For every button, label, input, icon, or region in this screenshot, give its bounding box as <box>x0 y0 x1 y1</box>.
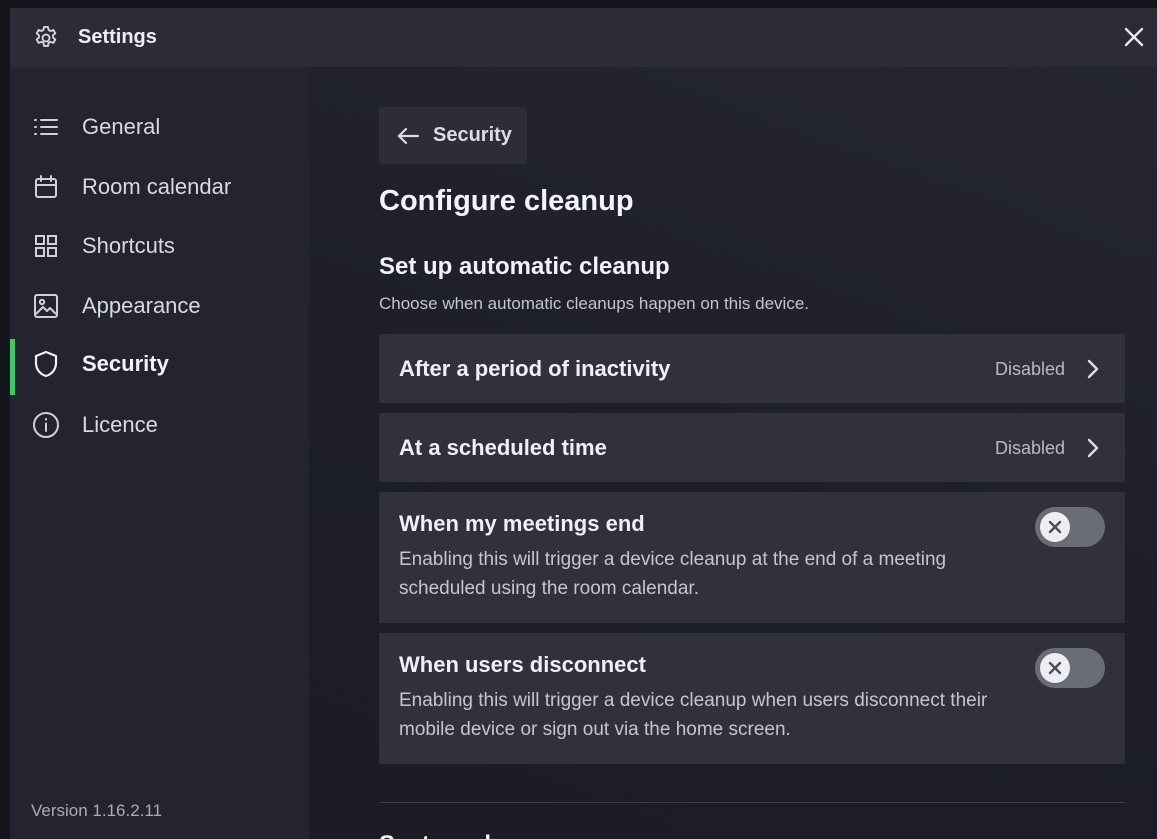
arrow-left-icon <box>395 123 421 149</box>
close-icon <box>1048 520 1062 534</box>
gear-icon <box>32 24 60 52</box>
title-bar: Settings <box>10 8 1157 67</box>
meetings-end-toggle[interactable] <box>1035 507 1105 547</box>
row-status: Disabled <box>994 359 1065 379</box>
sidebar-item-security[interactable]: Security <box>10 339 309 395</box>
toggle-knob <box>1040 512 1070 542</box>
version-label: Version 1.16.2.11 <box>31 801 163 820</box>
image-icon <box>32 292 60 320</box>
settings-window: Settings General Room calendar Shortcuts… <box>10 8 1157 839</box>
users-disconnect-card: When users disconnect Enabling this will… <box>379 633 1125 764</box>
close-button[interactable] <box>1119 22 1149 52</box>
row-label: At a scheduled time <box>399 435 607 460</box>
close-icon <box>1048 661 1062 675</box>
users-disconnect-toggle[interactable] <box>1035 648 1105 688</box>
sidebar-item-label: Appearance <box>82 293 201 318</box>
shield-icon <box>32 350 60 378</box>
sidebar: General Room calendar Shortcuts Appearan… <box>10 67 309 839</box>
calendar-icon <box>32 173 60 201</box>
sidebar-item-label: General <box>82 114 161 139</box>
active-indicator <box>10 339 15 395</box>
toggle-knob <box>1040 653 1070 683</box>
card-title: When my meetings end <box>399 511 645 536</box>
inactivity-row[interactable]: After a period of inactivity Disabled <box>379 334 1125 403</box>
scheduled-time-row[interactable]: At a scheduled time Disabled <box>379 413 1125 482</box>
sidebar-item-licence[interactable]: Licence <box>10 400 309 450</box>
card-description: Enabling this will trigger a device clea… <box>399 549 947 599</box>
section-divider <box>379 802 1125 803</box>
chevron-right-icon <box>1083 437 1101 459</box>
main-panel: Security Configure cleanup Set up automa… <box>309 67 1157 839</box>
grid-icon <box>32 232 60 260</box>
window-title: Settings <box>78 26 157 48</box>
section-description: Choose when automatic cleanups happen on… <box>379 294 810 313</box>
info-icon <box>32 411 60 439</box>
sidebar-item-room-calendar[interactable]: Room calendar <box>10 162 309 212</box>
page-title: Configure cleanup <box>379 185 634 217</box>
chevron-right-icon <box>1083 358 1101 380</box>
sidebar-item-appearance[interactable]: Appearance <box>10 281 309 331</box>
card-description: Enabling this will trigger a device clea… <box>399 690 988 740</box>
close-icon <box>1124 27 1144 47</box>
row-label: After a period of inactivity <box>399 356 671 381</box>
back-button-label: Security <box>433 124 512 146</box>
back-button[interactable]: Security <box>379 107 527 164</box>
sidebar-item-label: Security <box>82 351 169 376</box>
sidebar-item-label: Room calendar <box>82 174 232 199</box>
sidebar-item-label: Licence <box>82 412 158 437</box>
card-title: When users disconnect <box>399 652 646 677</box>
list-icon <box>32 113 60 141</box>
row-status: Disabled <box>994 438 1065 458</box>
meetings-end-card: When my meetings end Enabling this will … <box>379 492 1125 623</box>
sidebar-item-shortcuts[interactable]: Shortcuts <box>10 221 309 271</box>
section-title-system-cleanup: System cleanup <box>379 831 562 839</box>
sidebar-item-label: Shortcuts <box>82 233 175 258</box>
sidebar-item-general[interactable]: General <box>10 102 309 152</box>
section-title: Set up automatic cleanup <box>379 253 670 280</box>
